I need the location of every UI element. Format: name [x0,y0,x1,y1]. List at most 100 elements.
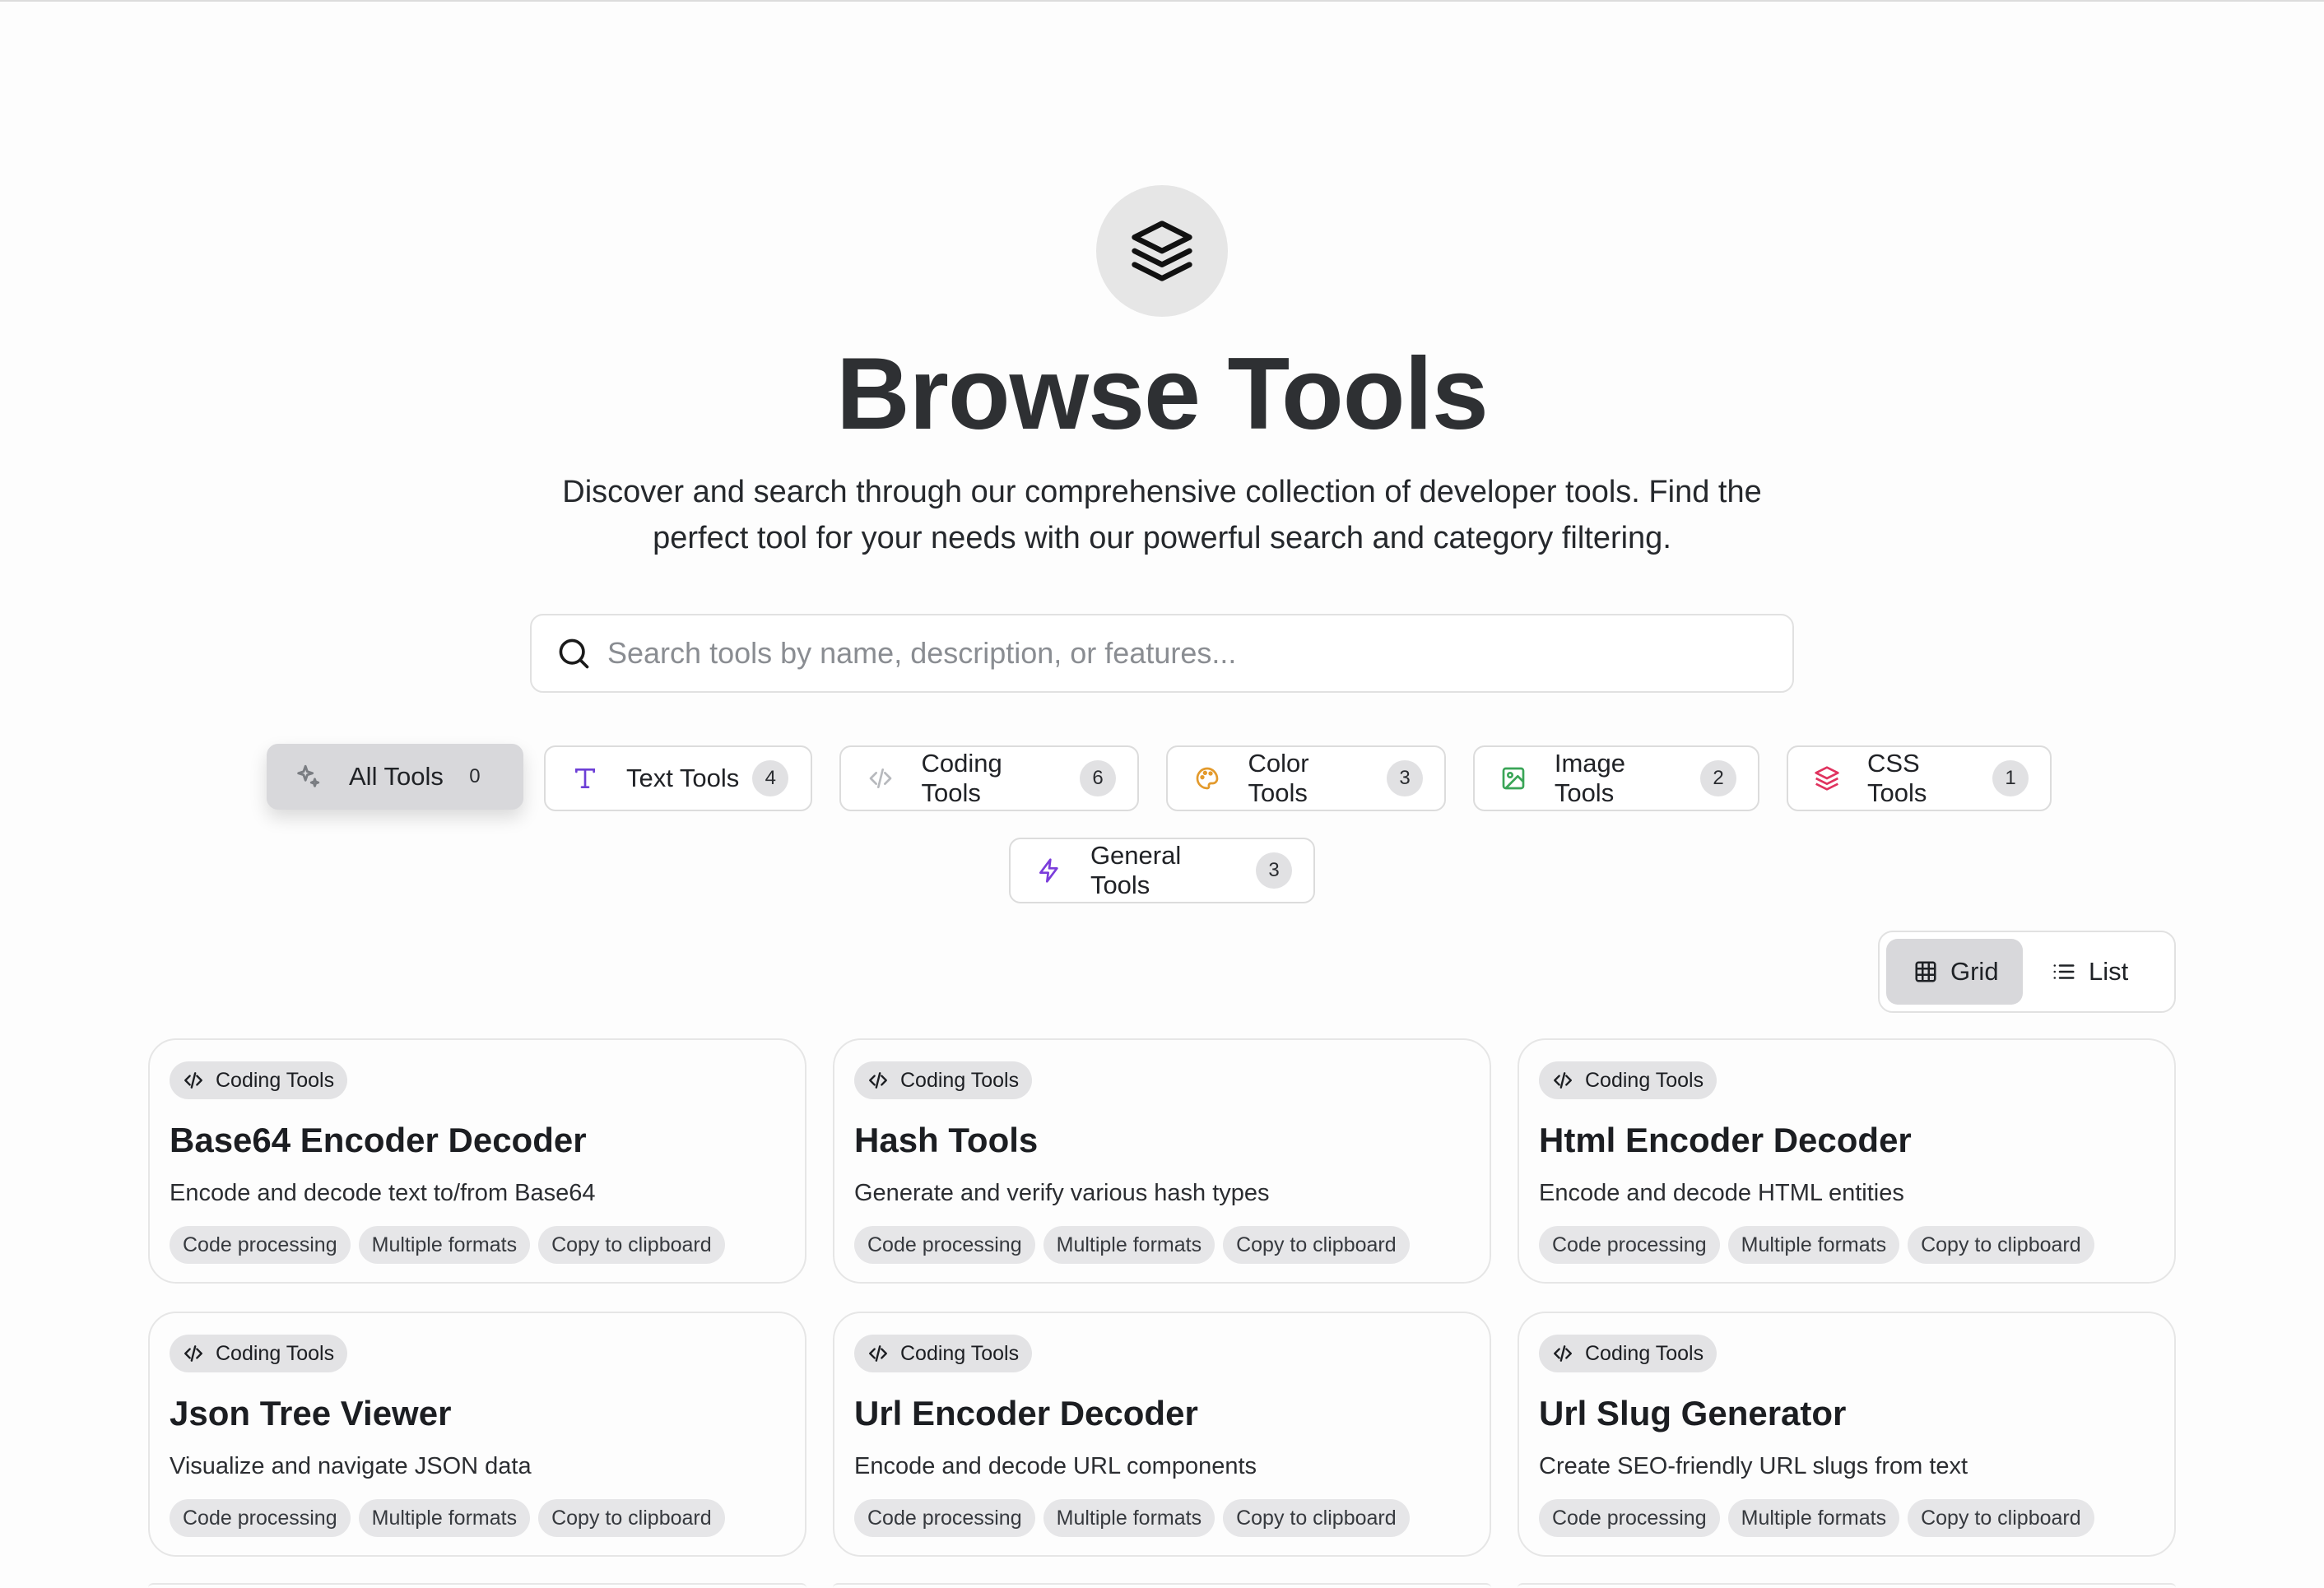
tool-card-partial[interactable] [833,1583,1491,1588]
tool-card[interactable]: Coding Tools Base64 Encoder Decoder Enco… [148,1038,806,1284]
feature-tag: Multiple formats [358,1499,531,1537]
feature-tag: Code processing [1539,1226,1720,1264]
tool-title[interactable]: Hash Tools [854,1121,1038,1160]
tool-description: Create SEO-friendly URL slugs from text [1539,1453,1968,1479]
code-icon [179,1342,207,1365]
tool-description: Visualize and navigate JSON data [170,1453,532,1479]
search-icon [555,634,593,672]
feature-tag: Copy to clipboard [1223,1499,1410,1537]
feature-tag: Copy to clipboard [538,1499,725,1537]
category-label: Color Tools [1248,749,1309,807]
code-icon [864,1069,892,1092]
search-bar[interactable] [530,614,1794,693]
category-count: 6 [1080,760,1116,796]
category-color-tools[interactable]: Color Tools 3 [1166,745,1446,811]
grid-view-label: Grid [1950,957,1999,986]
category-badge: Coding Tools [170,1335,348,1372]
category-coding-tools[interactable]: Coding Tools 6 [839,745,1139,811]
category-label: All Tools [349,762,444,791]
feature-tag: Copy to clipboard [538,1226,725,1264]
feature-tag: Code processing [170,1499,351,1537]
tool-description: Generate and verify various hash types [854,1180,1270,1206]
feature-tag: Copy to clipboard [1223,1226,1410,1264]
category-label: Coding Tools [921,749,1002,807]
category-count: 3 [1256,852,1292,889]
tool-tags: Code processing Multiple formats Copy to… [854,1226,1418,1264]
tool-card[interactable]: Coding Tools Hash Tools Generate and ver… [833,1038,1491,1284]
sparkles-icon [293,762,323,792]
image-icon [1499,764,1528,793]
tool-tags: Code processing Multiple formats Copy to… [170,1226,733,1264]
palette-icon [1192,764,1222,793]
tool-description: Encode and decode URL components [854,1453,1257,1479]
code-icon [1549,1069,1577,1092]
feature-tag: Multiple formats [1043,1226,1215,1264]
category-general-tools[interactable]: General Tools 3 [1009,838,1315,903]
layers-icon [1813,764,1841,793]
page-subtitle: Discover and search through our comprehe… [562,475,1762,555]
top-border [0,0,2324,2]
tool-card[interactable]: Coding Tools Url Encoder Decoder Encode … [833,1312,1491,1557]
tool-tags: Code processing Multiple formats Copy to… [1539,1226,2103,1264]
search-input[interactable] [607,636,1759,671]
category-count: 3 [1387,760,1423,796]
tool-card[interactable]: Coding Tools Html Encoder Decoder Encode… [1518,1038,2176,1284]
view-toggle: Grid List [1878,931,2176,1013]
category-badge-label: Coding Tools [216,1341,335,1365]
category-label: General Tools [1090,841,1182,899]
feature-tag: Code processing [854,1499,1035,1537]
category-badge: Coding Tools [854,1335,1033,1372]
feature-tag: Code processing [1539,1499,1720,1537]
grid-icon [1913,959,1939,985]
tool-card-partial[interactable] [148,1583,806,1588]
feature-tag: Multiple formats [1727,1499,1900,1537]
category-label: Image Tools [1554,749,1625,807]
code-icon [1549,1342,1577,1365]
list-icon [2051,959,2077,985]
code-icon [179,1069,207,1092]
category-count: 4 [752,760,789,796]
feature-tag: Code processing [854,1226,1035,1264]
category-text-tools[interactable]: Text Tools 4 [544,745,812,811]
category-count: 2 [1700,760,1736,796]
zap-icon [1035,856,1064,885]
tool-title[interactable]: Base64 Encoder Decoder [170,1121,587,1160]
tool-title[interactable]: Url Encoder Decoder [854,1394,1198,1433]
category-label: Text Tools [626,764,740,792]
feature-tag: Code processing [170,1226,351,1264]
tool-tags: Code processing Multiple formats Copy to… [1539,1499,2103,1537]
category-badge-label: Coding Tools [900,1341,1020,1365]
layers-icon [1096,185,1228,317]
feature-tag: Copy to clipboard [1908,1226,2094,1264]
tool-tags: Code processing Multiple formats Copy to… [170,1499,733,1537]
tool-card[interactable]: Coding Tools Url Slug Generator Create S… [1518,1312,2176,1557]
category-count: 0 [469,765,481,787]
category-badge-label: Coding Tools [216,1068,335,1092]
code-icon [864,1342,892,1365]
feature-tag: Multiple formats [1727,1226,1900,1264]
list-view-button[interactable]: List [2033,939,2169,1005]
tool-title[interactable]: Html Encoder Decoder [1539,1121,1912,1160]
category-label: CSS Tools [1866,749,1927,807]
category-css-tools[interactable]: CSS Tools 1 [1787,745,2052,811]
grid-view-button[interactable]: Grid [1886,939,2023,1005]
page-title: Browse Tools [836,337,1489,451]
tool-description: Encode and decode HTML entities [1539,1180,1904,1206]
category-count: 1 [1992,760,2029,796]
type-icon [570,764,600,793]
category-badge: Coding Tools [170,1061,348,1099]
category-image-tools[interactable]: Image Tools 2 [1473,745,1759,811]
list-view-label: List [2089,957,2129,986]
tool-card[interactable]: Coding Tools Json Tree Viewer Visualize … [148,1312,806,1557]
category-badge: Coding Tools [854,1061,1033,1099]
category-badge-label: Coding Tools [1585,1068,1704,1092]
tool-title[interactable]: Json Tree Viewer [170,1394,451,1433]
tool-tags: Code processing Multiple formats Copy to… [854,1499,1418,1537]
category-all-tools[interactable]: All Tools 0 [267,744,523,810]
feature-tag: Copy to clipboard [1908,1499,2094,1537]
tool-card-partial[interactable] [1518,1583,2176,1588]
code-icon [866,764,895,793]
tool-title[interactable]: Url Slug Generator [1539,1394,1846,1433]
feature-tag: Multiple formats [1043,1499,1215,1537]
category-badge: Coding Tools [1539,1061,1717,1099]
